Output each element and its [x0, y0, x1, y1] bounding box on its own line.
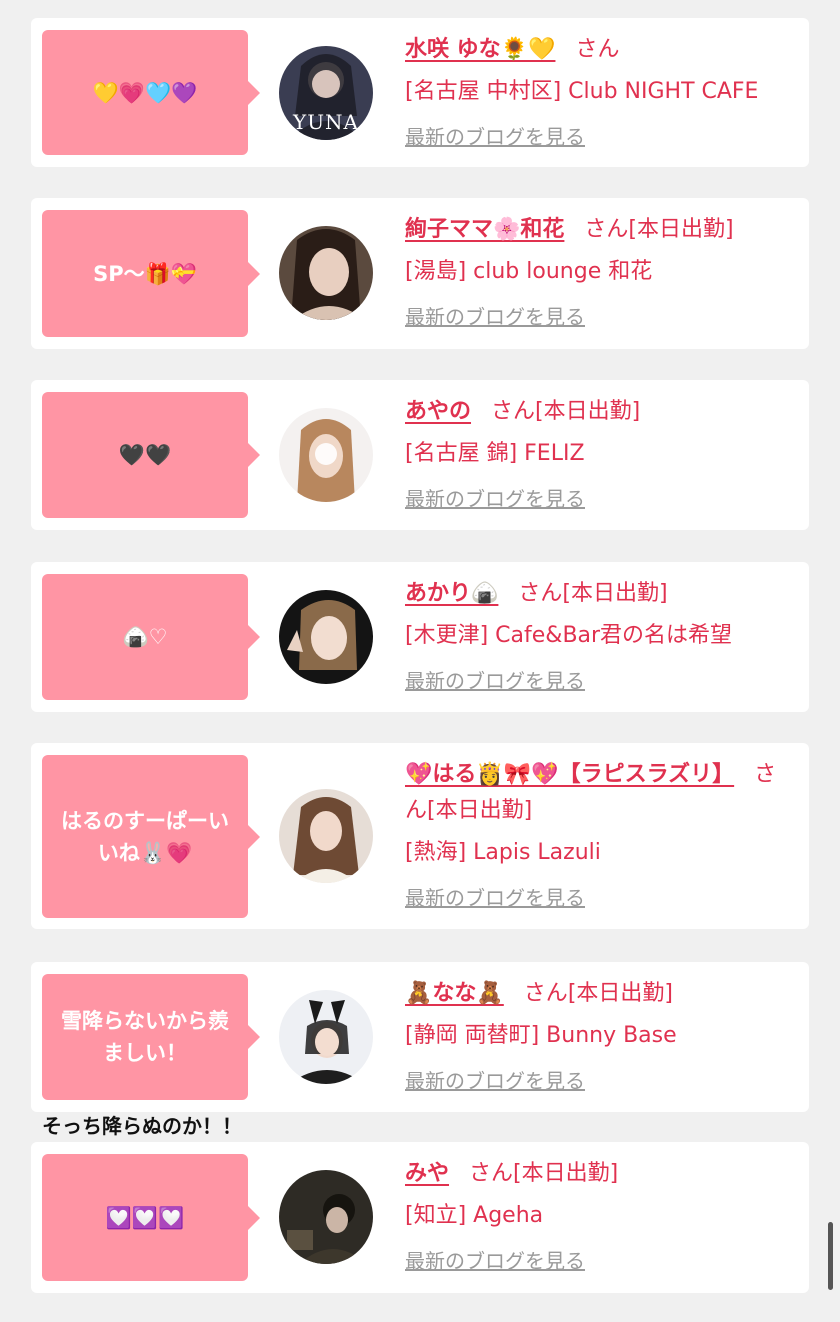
- cast-name-link[interactable]: みや: [405, 1161, 449, 1186]
- honorific: さん: [518, 581, 563, 606]
- avatar-image: [279, 590, 373, 684]
- info: 水咲 ゆな🌻💛 さん [名古屋 中村区] Club NIGHT CAFE 最新のブ…: [405, 32, 797, 152]
- honorific: さん: [469, 1161, 514, 1186]
- list-item: 🖤🖤 あやの さん[本日出勤] [名古屋 錦] FELIZ 最新のブログを見る: [31, 380, 809, 530]
- message-text: 🖤🖤: [118, 443, 172, 467]
- cast-name-link[interactable]: 🧸なな🧸: [405, 981, 504, 1006]
- status-label: [本日出勤]: [535, 399, 641, 424]
- status-label: [本日出勤]: [427, 798, 533, 823]
- scrollbar[interactable]: [828, 1222, 833, 1290]
- avatar-image: [279, 789, 373, 883]
- blog-link[interactable]: 最新のブログを見る: [405, 122, 585, 152]
- info: あやの さん[本日出勤] [名古屋 錦] FELIZ 最新のブログを見る: [405, 394, 797, 514]
- avatar[interactable]: YUNA: [279, 46, 373, 140]
- status-label: [本日出勤]: [628, 217, 734, 242]
- message-bubble: SP〜🎁💝: [42, 210, 260, 337]
- message-bubble: 🖤🖤: [42, 392, 260, 518]
- store-name: [静岡 両替町] Bunny Base: [405, 1023, 677, 1048]
- avatar-image: [279, 226, 373, 320]
- info: みや さん[本日出勤] [知立] Ageha 最新のブログを見る: [405, 1156, 797, 1276]
- list-item: SP〜🎁💝 絢子ママ🌸和花 さん[本日出勤] [湯島] club lounge 和…: [31, 198, 809, 349]
- store-name: [湯島] club lounge 和花: [405, 259, 653, 284]
- honorific: さん: [491, 399, 536, 424]
- message-text: 💟💟💟: [105, 1205, 185, 1230]
- list-item: 🍙♡ あかり🍙 さん[本日出勤] [木更津] Cafe&Bar君の名は希望 最新の…: [31, 562, 809, 712]
- cast-name-link[interactable]: 絢子ママ🌸和花: [405, 217, 564, 242]
- store-name: [知立] Ageha: [405, 1203, 544, 1228]
- info: あかり🍙 さん[本日出勤] [木更津] Cafe&Bar君の名は希望 最新のブログ…: [405, 576, 797, 696]
- message-text: 雪降らないから羨ましい！: [61, 1009, 229, 1065]
- cast-name-link[interactable]: 💖はる👸🎀💖【ラピスラズリ】: [405, 762, 734, 787]
- message-bubble: 💛💗🩵💜: [42, 30, 260, 155]
- blog-link[interactable]: 最新のブログを見る: [405, 302, 585, 332]
- blog-link[interactable]: 最新のブログを見る: [405, 883, 585, 913]
- store-name: [木更津] Cafe&Bar君の名は希望: [405, 623, 733, 648]
- list-item: はるのすーぱーいいね🐰💗 💖はる👸🎀💖【ラピスラズリ】 さん[本日出勤] [熱海]…: [31, 743, 809, 929]
- cast-name-link[interactable]: あやの: [405, 399, 471, 424]
- message-bubble: 💟💟💟: [42, 1154, 260, 1281]
- status-label: [本日出勤]: [567, 981, 673, 1006]
- avatar[interactable]: [279, 408, 373, 502]
- message-bubble: はるのすーぱーいいね🐰💗: [42, 755, 260, 918]
- message-text: 🍙♡: [122, 625, 168, 649]
- overlay-comment: そっち降らぬのか！！: [42, 1114, 242, 1138]
- honorific: さん: [575, 37, 620, 62]
- avatar[interactable]: [279, 789, 373, 883]
- message-text: 💛💗🩵💜: [92, 80, 198, 105]
- message-text: はるのすーぱーいいね🐰💗: [61, 808, 229, 865]
- honorific: さん: [584, 217, 629, 242]
- message-text: SP〜🎁💝: [93, 261, 197, 286]
- avatar-image: [279, 990, 373, 1084]
- store-name: [熱海] Lapis Lazuli: [405, 840, 601, 865]
- blog-link[interactable]: 最新のブログを見る: [405, 484, 585, 514]
- avatar-caption: YUNA: [292, 110, 359, 134]
- store-name: [名古屋 錦] FELIZ: [405, 441, 585, 466]
- blog-link[interactable]: 最新のブログを見る: [405, 1246, 585, 1276]
- greeting-list: 💛💗🩵💜 YUNA 水咲 ゆな🌻💛 さん [名古屋 中村区] Club NIGHT…: [0, 0, 840, 1322]
- status-label: [本日出勤]: [562, 581, 668, 606]
- list-item: 💟💟💟 みや さん[本日出勤] [知立] Ageha 最新のブログを見る: [31, 1142, 809, 1293]
- cast-name-link[interactable]: あかり🍙: [405, 581, 498, 606]
- message-bubble: 🍙♡: [42, 574, 260, 700]
- info: 💖はる👸🎀💖【ラピスラズリ】 さん[本日出勤] [熱海] Lapis Lazuli…: [405, 757, 797, 913]
- avatar[interactable]: [279, 1170, 373, 1264]
- avatar-image: [279, 1170, 373, 1264]
- store-name: [名古屋 中村区] Club NIGHT CAFE: [405, 79, 759, 104]
- avatar-image: [279, 408, 373, 502]
- avatar[interactable]: [279, 990, 373, 1084]
- message-bubble: 雪降らないから羨ましい！: [42, 974, 260, 1100]
- status-label: [本日出勤]: [513, 1161, 619, 1186]
- info: 🧸なな🧸 さん[本日出勤] [静岡 両替町] Bunny Base 最新のブログを…: [405, 976, 797, 1096]
- avatar[interactable]: [279, 590, 373, 684]
- blog-link[interactable]: 最新のブログを見る: [405, 666, 585, 696]
- list-item: 💛💗🩵💜 YUNA 水咲 ゆな🌻💛 さん [名古屋 中村区] Club NIGHT…: [31, 18, 809, 167]
- info: 絢子ママ🌸和花 さん[本日出勤] [湯島] club lounge 和花 最新のブ…: [405, 212, 797, 332]
- list-item: 雪降らないから羨ましい！ 🧸なな🧸 さん[本日出勤] [静岡 両替町] Bunny…: [31, 962, 809, 1112]
- avatar[interactable]: [279, 226, 373, 320]
- cast-name-link[interactable]: 水咲 ゆな🌻💛: [405, 37, 555, 62]
- honorific: さん: [523, 981, 568, 1006]
- blog-link[interactable]: 最新のブログを見る: [405, 1066, 585, 1096]
